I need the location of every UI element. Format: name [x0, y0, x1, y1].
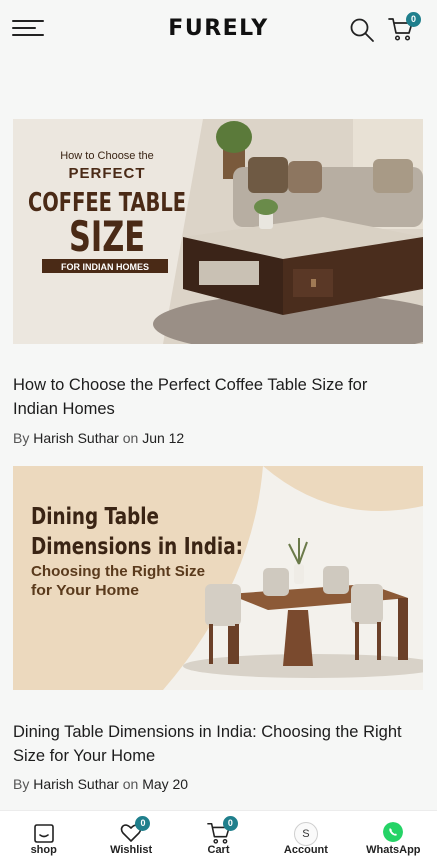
shop-icon — [33, 824, 54, 843]
cart-button[interactable]: 0 — [388, 12, 421, 44]
nav-label-shop: shop — [30, 844, 57, 856]
cart-count-badge: 0 — [406, 12, 421, 27]
on-label: on — [122, 776, 139, 792]
nav-account[interactable]: S Account — [262, 811, 349, 863]
nav-whatsapp[interactable]: WhatsApp — [350, 811, 437, 863]
nav-label-wishlist: Wishlist — [110, 844, 153, 856]
by-label: By — [13, 776, 30, 792]
banner2-line4: for Your Home — [31, 582, 139, 599]
post-date: Jun 12 — [142, 430, 185, 446]
post-meta: By Harish Suthar on Jun 12 — [13, 430, 184, 446]
header: FURELY 0 — [0, 0, 437, 58]
by-label: By — [13, 430, 30, 446]
search-icon[interactable] — [349, 17, 375, 43]
wishlist-count-badge: 0 — [135, 816, 151, 831]
post-meta: By Harish Suthar on May 20 — [13, 776, 188, 792]
banner2-line3: Choosing the Right Size — [31, 563, 205, 580]
nav-label-cart: Cart — [207, 844, 230, 856]
banner2-line1: Dining Table — [31, 504, 159, 530]
nav-cart-count-badge: 0 — [222, 816, 238, 831]
nav-cart[interactable]: 0 Cart — [175, 811, 262, 863]
post-image-dining-table[interactable]: Dining Table Dimensions in India: Choosi… — [13, 466, 423, 690]
bottom-nav: shop 0 Wishlist 0 Cart S Account WhatsAp… — [0, 810, 437, 863]
post-title[interactable]: How to Choose the Perfect Coffee Table S… — [13, 373, 413, 421]
nav-label-account: Account — [283, 844, 328, 856]
blog-page: FURELY 0 How to Choose the PERFECT COFFE… — [0, 0, 437, 863]
banner-line4: SIZE — [69, 212, 145, 261]
post-author[interactable]: Harish Suthar — [33, 776, 119, 792]
nav-label-whatsapp: WhatsApp — [366, 844, 421, 856]
post-image-coffee-table[interactable]: How to Choose the PERFECT COFFEE TABLE S… — [13, 119, 423, 344]
avatar: S — [293, 822, 318, 846]
banner2-line2: Dimensions in India: — [31, 534, 243, 560]
on-label: on — [122, 430, 139, 446]
banner-line2: PERFECT — [68, 165, 145, 182]
nav-shop[interactable]: shop — [0, 811, 87, 863]
post-title[interactable]: Dining Table Dimensions in India: Choosi… — [13, 720, 413, 768]
banner-tag: FOR INDIAN HOMES — [61, 262, 149, 272]
post-date: May 20 — [142, 776, 189, 792]
banner-line1: How to Choose the — [60, 150, 154, 162]
nav-wishlist[interactable]: 0 Wishlist — [87, 811, 174, 863]
post-author[interactable]: Harish Suthar — [33, 430, 119, 446]
whatsapp-icon — [383, 822, 404, 842]
